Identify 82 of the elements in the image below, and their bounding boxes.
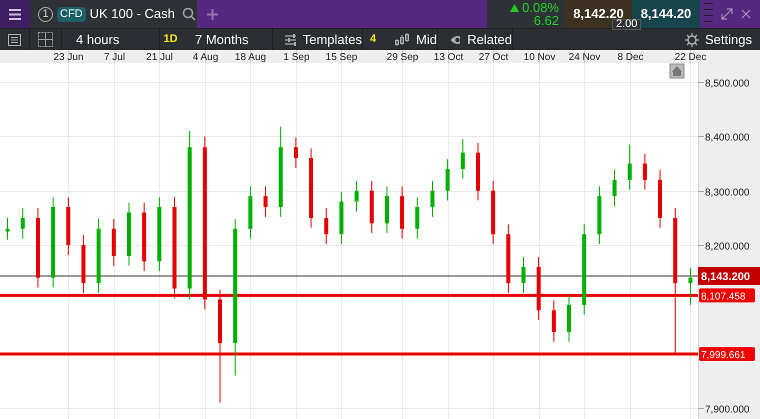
- candle: [688, 267, 692, 306]
- instrument-title: UK 100 - Cash: [90, 5, 175, 24]
- x-tick-label: 10 Nov: [524, 52, 556, 63]
- list-icon[interactable]: [8, 34, 21, 46]
- y-tick-label: 8,300.000: [705, 188, 750, 198]
- sliders-icon: [285, 34, 296, 46]
- y-tick-label: 8,500.000: [705, 78, 750, 90]
- candle: [400, 186, 404, 240]
- scroll-end-icon[interactable]: [670, 64, 684, 78]
- add-tab-icon[interactable]: [206, 8, 218, 20]
- x-tick-label: 8 Dec: [617, 52, 644, 63]
- candle: [142, 202, 146, 272]
- tab-number: 1: [38, 6, 53, 22]
- level-price-label: 7,999.661: [699, 346, 755, 361]
- ref-line-label: 7,999.661: [701, 350, 746, 361]
- x-tick-label: 4 Aug: [192, 52, 218, 63]
- x-tick-label: 21 Jul: [146, 52, 173, 63]
- candle: [339, 191, 344, 244]
- y-tick-label: 8,400.000: [705, 132, 750, 144]
- candle: [248, 186, 252, 240]
- candle: [112, 218, 116, 266]
- candle: [506, 224, 510, 294]
- change-value: 6.62: [534, 14, 559, 27]
- candle: [294, 136, 298, 168]
- candle: [612, 170, 617, 206]
- search-icon[interactable]: [182, 7, 196, 21]
- expand-icon[interactable]: [721, 8, 733, 20]
- current-price-label: 8,143.200: [698, 266, 760, 285]
- x-tick-label: 29 Sep: [386, 52, 418, 63]
- candle: [628, 144, 632, 190]
- menu-icon: [9, 8, 21, 20]
- candle: [430, 180, 434, 218]
- y-tick-label: 8,200.000: [705, 242, 750, 252]
- layout-icon[interactable]: [38, 32, 53, 47]
- x-tick-label: 7 Jul: [104, 52, 126, 63]
- candle: [658, 170, 662, 228]
- candle: [597, 186, 602, 244]
- candle: [81, 234, 86, 294]
- level-price-label: 8,107.458: [699, 288, 755, 302]
- x-tick-label: 22 Dec: [674, 52, 706, 63]
- candle: [460, 138, 465, 180]
- close-icon[interactable]: [741, 9, 751, 19]
- candle: [491, 180, 496, 244]
- x-tick-label: 15 Sep: [326, 52, 358, 63]
- x-tick-label: 27 Oct: [478, 52, 508, 63]
- candle: [384, 186, 389, 234]
- candles-icon: [395, 33, 409, 46]
- candle: [66, 196, 70, 256]
- candle: [126, 202, 131, 266]
- menu-button[interactable]: [0, 0, 30, 28]
- count-label: 4: [368, 32, 378, 48]
- candle: [642, 153, 647, 190]
- ref-line-label: 8,107.458: [701, 291, 746, 302]
- count-label: 1D: [162, 32, 179, 48]
- settings-icon: [685, 32, 700, 46]
- candle: [324, 208, 328, 244]
- candle: [264, 186, 268, 218]
- x-tick-label: 13 Oct: [434, 52, 464, 63]
- cfd-badge: CFD: [57, 6, 86, 22]
- settings-button[interactable]: Settings: [685, 29, 760, 50]
- eye-icon: [450, 34, 460, 44]
- change-percent: 0.08%: [510, 1, 559, 14]
- candle: [6, 217, 10, 240]
- candle: [370, 180, 374, 234]
- x-tick-label: 18 Aug: [234, 52, 266, 63]
- candle: [522, 256, 526, 294]
- candle: [20, 208, 25, 240]
- x-tick-label: 24 Nov: [568, 52, 600, 63]
- candle: [354, 180, 359, 212]
- y-tick-label: 7,900.000: [705, 404, 750, 416]
- candle: [552, 300, 556, 342]
- candle: [415, 196, 420, 240]
- instrument-tab[interactable]: 1 CFD UK 100 - Cash: [30, 0, 197, 28]
- candle: [567, 294, 572, 342]
- candle: [536, 256, 541, 321]
- spread-value: 2.00: [612, 19, 642, 30]
- candle: [446, 158, 450, 201]
- ref-line-label: 8,143.200: [701, 270, 750, 283]
- x-tick-label: 1 Sep: [283, 52, 310, 63]
- up-arrow-icon: [510, 4, 520, 12]
- x-tick-label: 23 Jun: [53, 52, 84, 63]
- candle: [476, 142, 480, 201]
